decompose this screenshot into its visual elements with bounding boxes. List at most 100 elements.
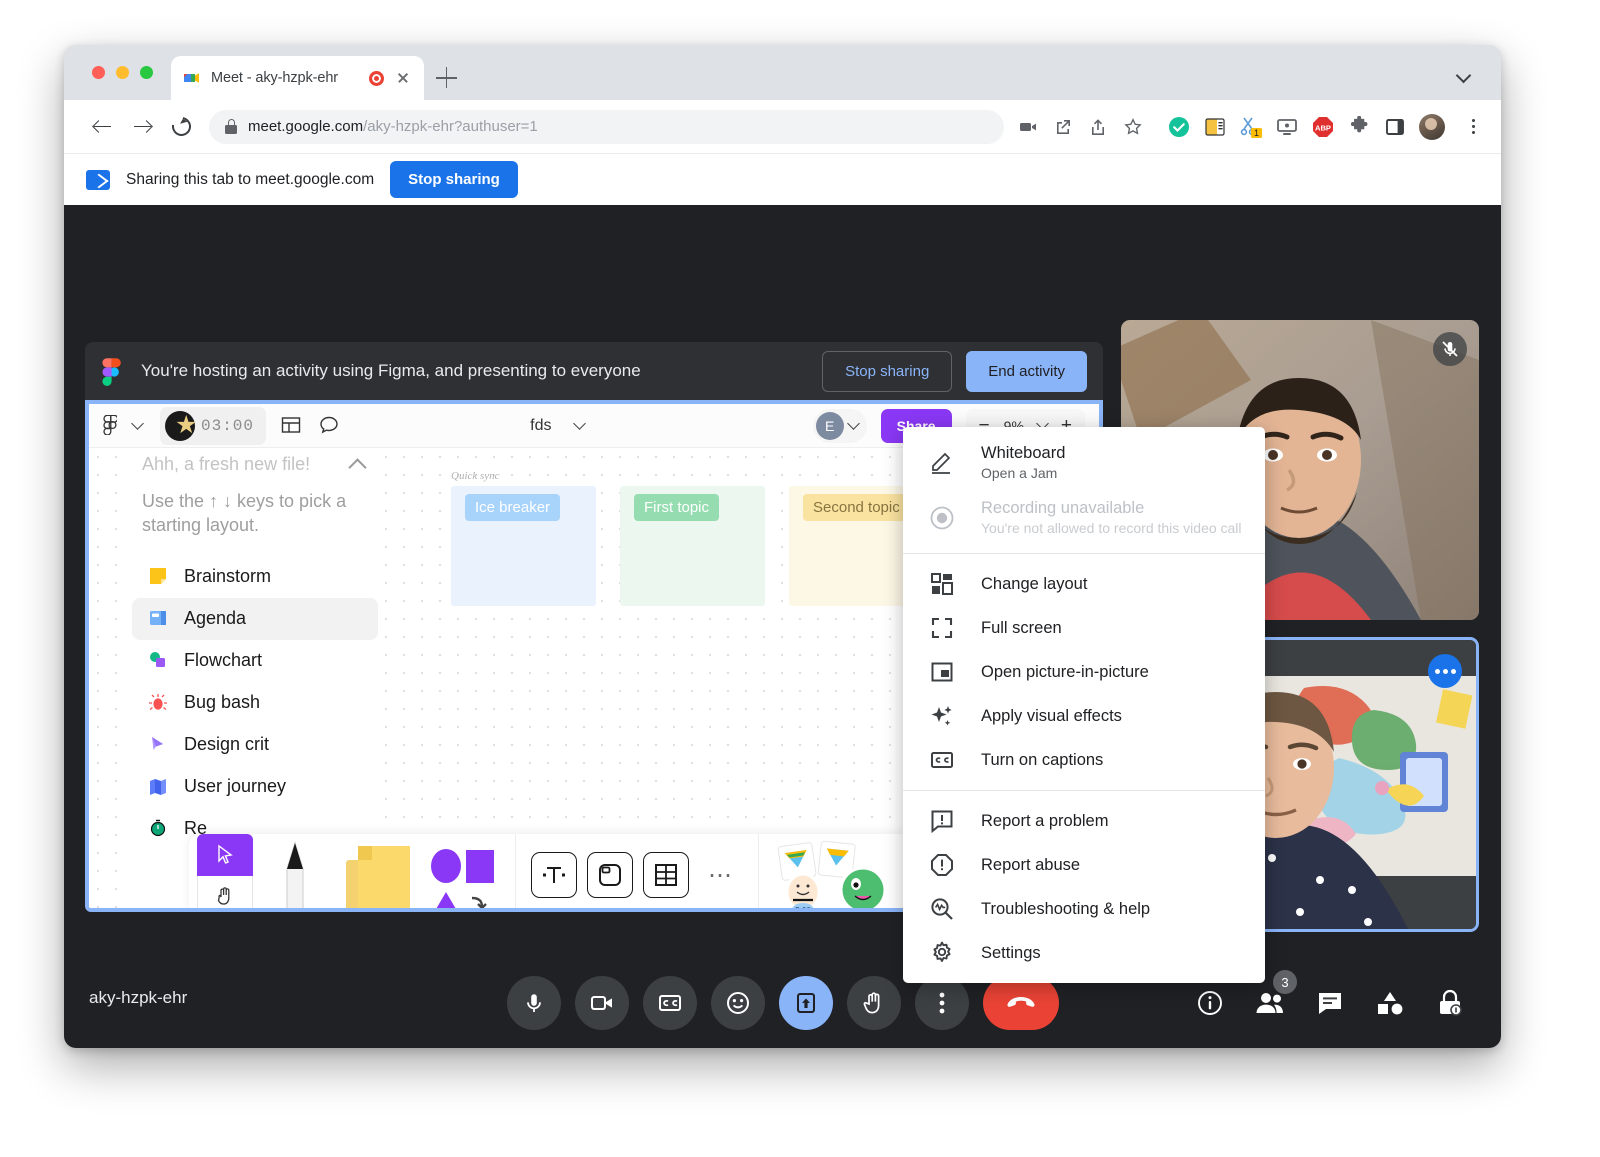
layout-item-bug-bash[interactable]: Bug bash (132, 682, 378, 724)
chevron-up-icon[interactable] (348, 454, 368, 474)
text-t-icon[interactable] (531, 852, 577, 898)
figma-timer-chip[interactable]: ★ 03:00 (160, 407, 266, 445)
avatar-chevron-down-icon[interactable] (847, 417, 860, 430)
layout-item-label: Agenda (184, 608, 246, 629)
forward-button[interactable] (125, 110, 159, 144)
side-panel-icon[interactable] (1383, 115, 1407, 139)
svg-text:1: 1 (1254, 128, 1259, 138)
ellipsis-icon[interactable]: ⋯ (708, 861, 734, 890)
sticky-notes-icon[interactable] (337, 834, 421, 908)
raise-hand-button[interactable] (847, 976, 901, 1030)
extensions-group: 1 ABP (1167, 114, 1483, 140)
open-external-icon[interactable] (1048, 112, 1078, 142)
board-column-ice-breaker[interactable]: Ice breaker (451, 486, 596, 606)
figma-avatar-group[interactable]: E (813, 409, 867, 443)
menu-item-report-problem[interactable]: Report a problem (903, 799, 1265, 843)
menu-item-captions[interactable]: Turn on captions (903, 738, 1265, 782)
layout-item-design-crit[interactable]: Design crit (132, 724, 378, 766)
more-dots-icon[interactable] (1428, 654, 1462, 688)
meeting-details-button[interactable] (1193, 986, 1227, 1020)
back-button[interactable] (86, 110, 120, 144)
grammarly-icon[interactable] (1167, 115, 1191, 139)
tab-sharing-bar: Sharing this tab to meet.google.com Stop… (64, 153, 1501, 205)
menu-item-label: Apply visual effects (981, 707, 1122, 726)
stickers-icon[interactable]: 5:00 (769, 834, 889, 908)
figma-banner-message: You're hosting an activity using Figma, … (141, 361, 808, 381)
close-icon[interactable] (394, 69, 412, 87)
column-label: Ice breaker (465, 494, 560, 521)
screencast-icon[interactable] (1275, 115, 1299, 139)
address-bar[interactable]: meet.google.com/aky-hzpk-ehr?authuser=1 (209, 110, 1004, 144)
microphone-button[interactable] (507, 976, 561, 1030)
pencil-icon[interactable] (253, 834, 337, 908)
reading-list-icon[interactable] (1203, 115, 1227, 139)
figma-menu-icon[interactable] (103, 415, 119, 437)
music-star-icon: ★ (165, 411, 195, 441)
tab-strip: Meet - aky-hzpk-ehr (64, 45, 1501, 100)
hand-icon[interactable] (197, 876, 253, 908)
layout-item-flowchart[interactable]: Flowchart (132, 640, 378, 682)
recording-dot-icon[interactable] (369, 71, 384, 86)
layout-item-agenda[interactable]: Agenda (132, 598, 378, 640)
svg-text:5:00: 5:00 (795, 906, 811, 908)
frame-icon[interactable] (587, 852, 633, 898)
minimize-window-button[interactable] (116, 66, 129, 79)
profile-avatar[interactable] (1419, 114, 1445, 140)
chrome-kebab-menu-icon[interactable] (1463, 117, 1483, 137)
menu-item-report-abuse[interactable]: Report abuse (903, 843, 1265, 887)
table-icon[interactable] (643, 852, 689, 898)
maximize-window-button[interactable] (140, 66, 153, 79)
arrow-cursor-icon[interactable] (197, 834, 253, 876)
screen-share-icon (86, 170, 110, 190)
layout-grid-icon[interactable] (280, 414, 304, 438)
browser-tab[interactable]: Meet - aky-hzpk-ehr (171, 56, 424, 100)
menu-item-change-layout[interactable]: Change layout (903, 562, 1265, 606)
figma-file-name[interactable]: fds (530, 417, 551, 435)
stop-sharing-button[interactable]: Stop sharing (390, 161, 518, 198)
bookmark-star-icon[interactable] (1118, 112, 1148, 142)
file-chevron-down-icon[interactable] (574, 417, 587, 430)
activities-button[interactable] (1373, 986, 1407, 1020)
meeting-code: aky-hzpk-ehr (89, 988, 187, 1008)
captions-button[interactable] (643, 976, 697, 1030)
reload-button[interactable] (164, 110, 198, 144)
scissors-snip-icon[interactable]: 1 (1239, 115, 1263, 139)
new-tab-button[interactable] (436, 67, 458, 89)
camera-button[interactable] (575, 976, 629, 1030)
adblock-plus-icon[interactable]: ABP (1311, 115, 1335, 139)
camera-icon[interactable] (1013, 112, 1043, 142)
more-options-button[interactable] (915, 976, 969, 1030)
layout-list: Brainstorm Agenda (126, 556, 384, 850)
more-options-menu: Whiteboard Open a Jam Recording unavaila… (903, 427, 1265, 983)
host-controls-button[interactable] (1433, 986, 1467, 1020)
layout-item-user-journey[interactable]: User journey (132, 766, 378, 808)
layout-item-brainstorm[interactable]: Brainstorm (132, 556, 378, 598)
menu-item-settings[interactable]: Settings (903, 931, 1265, 975)
toolbar-divider (515, 834, 516, 908)
layout-item-label: Flowchart (184, 650, 262, 671)
sharing-message: Sharing this tab to meet.google.com (126, 171, 374, 189)
end-activity-button[interactable]: End activity (966, 351, 1087, 392)
reactions-button[interactable] (711, 976, 765, 1030)
present-button[interactable] (779, 976, 833, 1030)
menu-item-full-screen[interactable]: Full screen (903, 606, 1265, 650)
people-button[interactable]: 3 (1253, 986, 1287, 1020)
chat-button[interactable] (1313, 986, 1347, 1020)
share-icon[interactable] (1083, 112, 1113, 142)
cursor-tool-group (197, 834, 253, 908)
leave-call-button[interactable] (983, 976, 1059, 1030)
puzzle-extensions-icon[interactable] (1347, 115, 1371, 139)
chevron-down-icon[interactable] (131, 417, 144, 430)
close-window-button[interactable] (92, 66, 105, 79)
chevron-down-icon[interactable] (1457, 67, 1471, 81)
comment-bubble-icon[interactable] (318, 414, 342, 438)
shapes-icon[interactable] (421, 834, 505, 908)
board-column-first-topic[interactable]: First topic (620, 486, 765, 606)
menu-item-picture-in-picture[interactable]: Open picture-in-picture (903, 650, 1265, 694)
layout-panel-heading: Ahh, a fresh new file! (142, 454, 348, 475)
menu-item-whiteboard[interactable]: Whiteboard Open a Jam (903, 435, 1265, 490)
menu-item-troubleshooting[interactable]: Troubleshooting & help (903, 887, 1265, 931)
menu-item-visual-effects[interactable]: Apply visual effects (903, 694, 1265, 738)
figma-stop-sharing-button[interactable]: Stop sharing (822, 351, 952, 392)
window-traffic-lights (92, 66, 153, 79)
